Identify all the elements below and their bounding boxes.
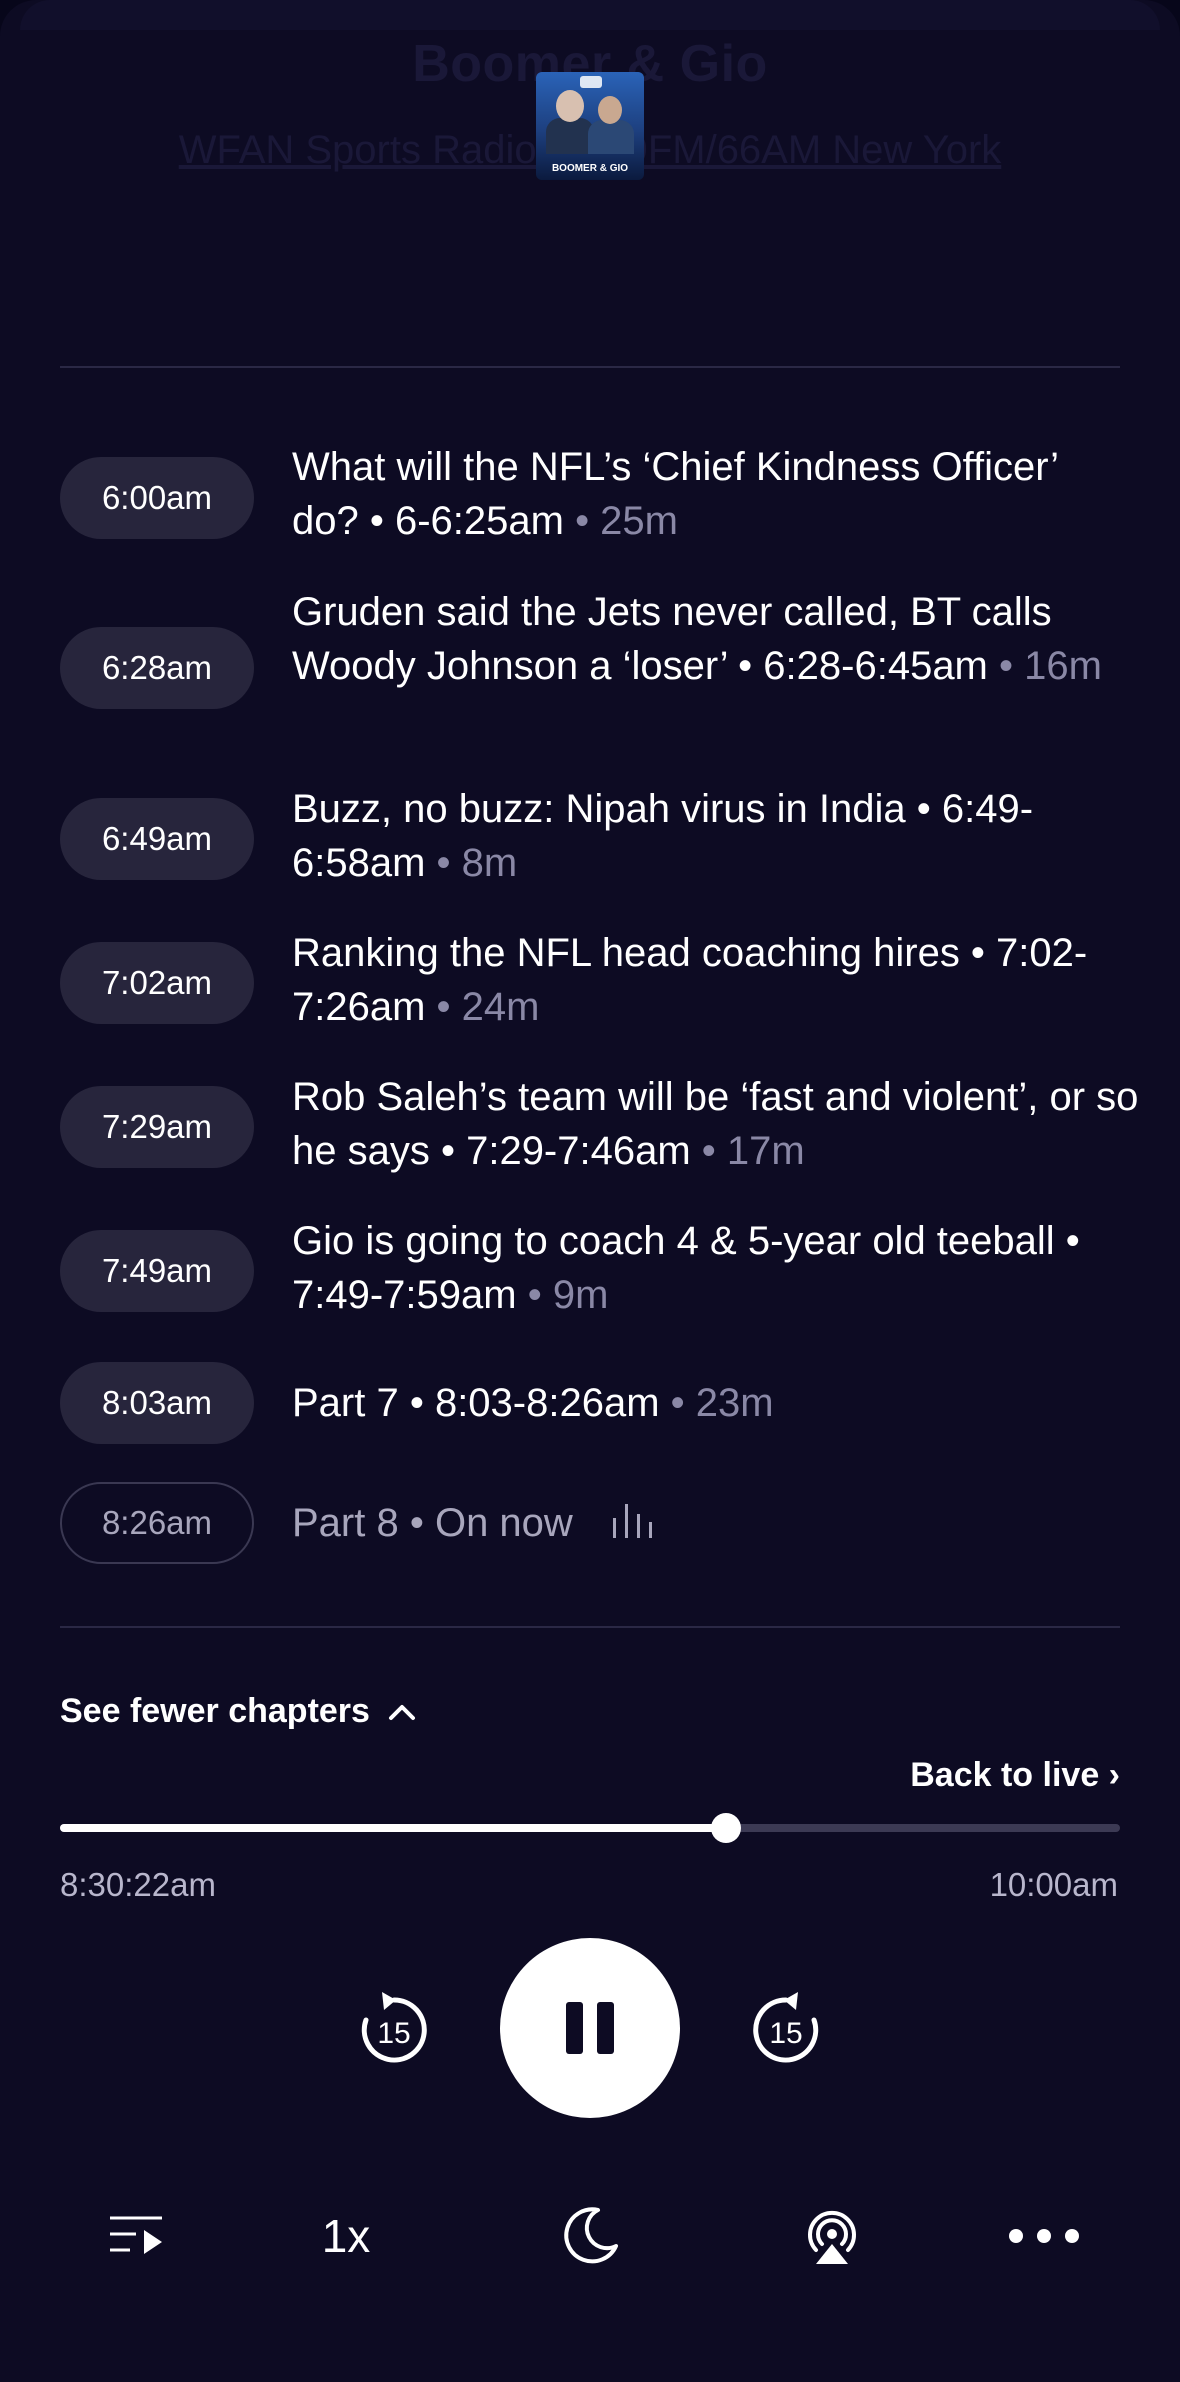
chapter-title: Rob Saleh’s team will be ‘fast and viole… bbox=[292, 1075, 1139, 1173]
host-head-left bbox=[556, 90, 584, 122]
queue-button[interactable] bbox=[100, 2196, 172, 2276]
sleep-timer-button[interactable] bbox=[552, 2196, 628, 2276]
artwork-label: BOOMER & GIO bbox=[551, 163, 629, 174]
station-logo-mark bbox=[580, 76, 602, 88]
rewind-15-icon: 15 bbox=[361, 1992, 427, 2063]
chapter-title: Buzz, no buzz: Nipah virus in India • 6:… bbox=[292, 787, 1034, 885]
forward-15-button[interactable]: 15 bbox=[744, 1988, 828, 2072]
chapter-time-pill[interactable]: 6:49am bbox=[60, 798, 254, 880]
see-fewer-label: See fewer chapters bbox=[60, 1692, 370, 1730]
chapter-title: What will the NFL’s ‘Chief Kindness Offi… bbox=[292, 445, 1058, 543]
progress-thumb[interactable] bbox=[710, 1813, 741, 1843]
see-fewer-chapters-button[interactable]: See fewer chapters bbox=[60, 1692, 416, 1731]
rewind-15-button[interactable]: 15 bbox=[352, 1988, 436, 2072]
now-playing-equalizer-icon bbox=[612, 1504, 652, 1538]
airplay-button[interactable] bbox=[796, 2196, 868, 2276]
progress-bar[interactable] bbox=[60, 1813, 1120, 1843]
divider-top bbox=[60, 366, 1120, 368]
chapter-duration: • 25m bbox=[563, 499, 678, 543]
moon-icon bbox=[564, 2207, 618, 2264]
chapter-title: Gio is going to coach 4 & 5-year old tee… bbox=[292, 1219, 1080, 1317]
chapter-title: Part 8 • On now bbox=[292, 1496, 1132, 1550]
pause-button[interactable] bbox=[500, 1938, 680, 2118]
pause-icon bbox=[566, 2002, 614, 2054]
more-options-button[interactable] bbox=[1004, 2196, 1084, 2276]
host-head-right bbox=[598, 96, 622, 124]
chapter-duration: • 9m bbox=[516, 1273, 609, 1317]
svg-text:15: 15 bbox=[769, 2017, 802, 2050]
host-figure-left bbox=[546, 118, 594, 154]
forward-15-icon: 15 bbox=[753, 1992, 819, 2063]
airplay-icon bbox=[808, 2210, 856, 2264]
elapsed-time: 8:30:22am bbox=[60, 1866, 216, 1903]
chapter-time-pill[interactable]: 7:49am bbox=[60, 1230, 254, 1312]
end-time: 10:00am bbox=[989, 1866, 1118, 1903]
playback-speed-button[interactable]: 1x bbox=[306, 2196, 386, 2276]
chapter-title: Ranking the NFL head coaching hires • 7:… bbox=[292, 931, 1088, 1029]
chapter-duration: • 8m bbox=[425, 841, 518, 885]
svg-text:15: 15 bbox=[377, 2017, 410, 2050]
show-artwork: BOOMER & GIO bbox=[536, 72, 644, 180]
chapter-time-pill[interactable]: 7:29am bbox=[60, 1086, 254, 1168]
chapter-time-pill[interactable]: 7:02am bbox=[60, 942, 254, 1024]
more-dots-icon bbox=[1009, 2229, 1079, 2243]
chapter-duration: • 17m bbox=[690, 1129, 805, 1173]
chapter-time-pill[interactable]: 6:28am bbox=[60, 627, 254, 709]
chapter-title: Part 7 • 8:03-8:26am • 23m bbox=[292, 1381, 774, 1425]
chevron-up-icon bbox=[388, 1704, 415, 1720]
chapter-time-pill[interactable]: 8:26am bbox=[60, 1482, 254, 1564]
chapter-time-pill[interactable]: 8:03am bbox=[60, 1362, 254, 1444]
host-figure-right bbox=[588, 120, 634, 154]
queue-icon bbox=[110, 2216, 162, 2254]
divider-bottom bbox=[60, 1626, 1120, 1628]
chapter-title: Gruden said the Jets never called, BT ca… bbox=[292, 590, 1102, 688]
chapter-duration: • 24m bbox=[425, 985, 540, 1029]
chapter-duration: • 23m bbox=[659, 1381, 774, 1425]
chapter-duration: • 16m bbox=[987, 644, 1102, 688]
back-to-live-button[interactable]: Back to live › bbox=[910, 1756, 1120, 1795]
progress-fill bbox=[60, 1824, 726, 1832]
chapter-time-pill[interactable]: 6:00am bbox=[60, 457, 254, 539]
